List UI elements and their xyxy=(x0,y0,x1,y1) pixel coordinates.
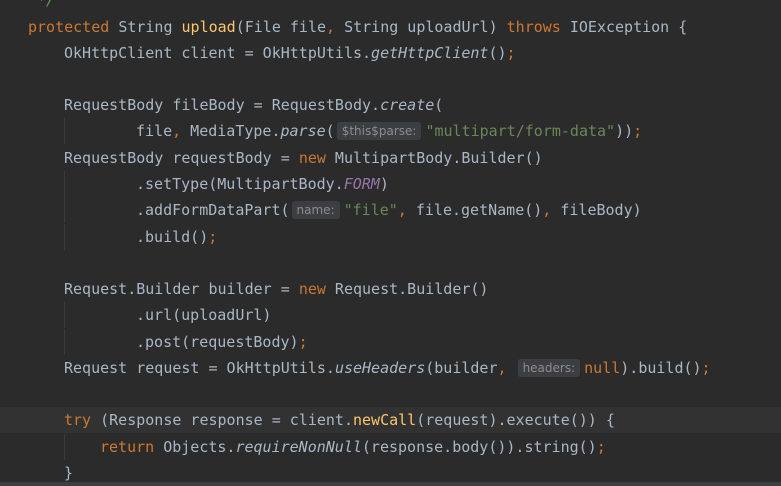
code-text: .url(uploadUrl) xyxy=(136,306,272,324)
code-line[interactable]: file, MediaType.parse($this$parse: "multi… xyxy=(0,118,781,144)
indent-guide xyxy=(64,302,65,328)
code-text: .build(); xyxy=(136,228,218,246)
indent-guide xyxy=(64,329,65,355)
code-line[interactable]: .addFormDataPart(name: "file", file.getNa… xyxy=(0,197,781,223)
indent-guide xyxy=(64,434,65,460)
code-line[interactable]: */ xyxy=(0,0,781,13)
code-line[interactable]: .build(); xyxy=(0,224,781,250)
parameter-hint: headers: xyxy=(517,359,581,377)
code-text: OkHttpClient client = OkHttpUtils.getHtt… xyxy=(64,44,516,62)
code-text: .addFormDataPart(name: "file", file.getNa… xyxy=(136,201,642,219)
indent-guide xyxy=(64,197,65,223)
code-text: file, MediaType.parse($this$parse: "multi… xyxy=(136,122,643,140)
code-line[interactable]: return Objects.requireNonNull(response.b… xyxy=(0,434,781,460)
code-line[interactable]: Request request = OkHttpUtils.useHeaders… xyxy=(0,355,781,381)
code-text: .setType(MultipartBody.FORM) xyxy=(136,175,389,193)
parameter-hint: $this$parse: xyxy=(336,122,422,140)
code-text: RequestBody requestBody = new MultipartB… xyxy=(64,149,543,167)
code-line[interactable]: .setType(MultipartBody.FORM) xyxy=(0,171,781,197)
parameter-hint: name: xyxy=(291,201,340,219)
editor-bottom-bar xyxy=(0,482,781,486)
code-line[interactable]: RequestBody requestBody = new MultipartB… xyxy=(0,145,781,171)
code-line[interactable]: Request.Builder builder = new Request.Bu… xyxy=(0,276,781,302)
code-text: RequestBody fileBody = RequestBody.creat… xyxy=(64,96,444,114)
indent-guide xyxy=(64,118,65,144)
code-text: Request.Builder builder = new Request.Bu… xyxy=(64,280,489,298)
code-line[interactable]: OkHttpClient client = OkHttpUtils.getHtt… xyxy=(0,40,781,66)
method-signature: protected String upload(File file, Strin… xyxy=(28,18,688,36)
indent-guide xyxy=(64,224,65,250)
code-line[interactable]: RequestBody fileBody = RequestBody.creat… xyxy=(0,92,781,118)
code-text: .post(requestBody); xyxy=(136,333,308,351)
code-text: Request request = OkHttpUtils.useHeaders… xyxy=(64,359,711,377)
code-line-current[interactable]: try (Response response = client.newCall(… xyxy=(0,407,781,433)
code-text: return Objects.requireNonNull(response.b… xyxy=(100,438,606,456)
comment-end: */ xyxy=(28,0,56,9)
code-editor[interactable]: */ protected String upload(File file, St… xyxy=(0,0,781,486)
indent-guide xyxy=(64,171,65,197)
code-line[interactable]: protected String upload(File file, Strin… xyxy=(0,14,781,40)
code-text: try (Response response = client.newCall(… xyxy=(64,411,615,429)
code-line[interactable]: .post(requestBody); xyxy=(0,329,781,355)
code-line[interactable]: .url(uploadUrl) xyxy=(0,302,781,328)
